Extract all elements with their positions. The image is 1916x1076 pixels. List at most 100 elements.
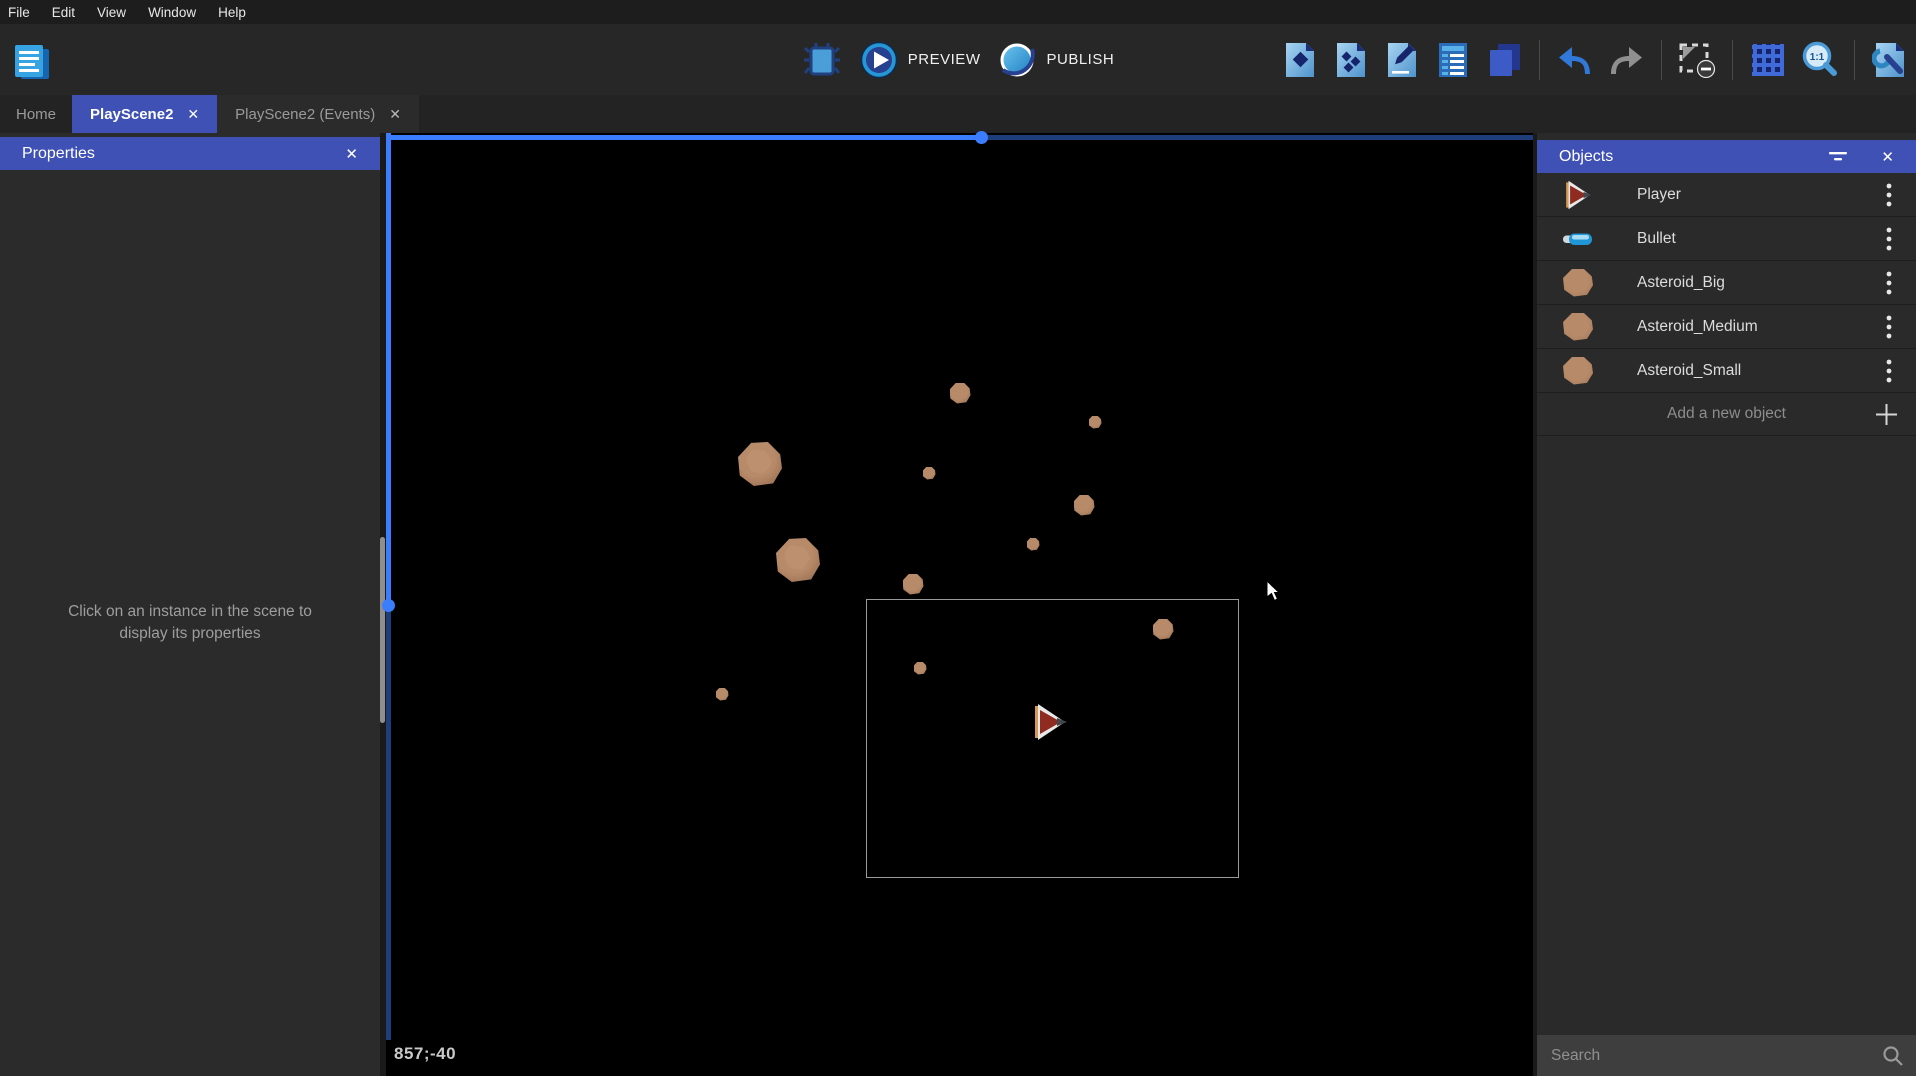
object-groups-icon — [1333, 41, 1369, 79]
plus-icon — [1875, 403, 1898, 431]
vertical-scrollbar[interactable] — [386, 133, 391, 1076]
object-menu-button[interactable] — [1882, 271, 1896, 295]
toolbar-separator — [1539, 40, 1540, 80]
tab-home-label: Home — [16, 106, 56, 123]
grid-icon — [1750, 42, 1786, 78]
object-menu-button[interactable] — [1882, 183, 1896, 207]
object-menu-button[interactable] — [1882, 227, 1896, 251]
toggle-grid-button[interactable] — [1748, 40, 1788, 80]
open-instances-list-button[interactable] — [1433, 40, 1473, 80]
properties-empty-message: Click on an instance in the scene to dis… — [55, 601, 325, 646]
horizontal-scrollbar[interactable] — [386, 135, 1533, 140]
objects-panel-title: Objects — [1559, 148, 1801, 166]
object-name: Asteroid_Medium — [1637, 318, 1882, 336]
horizontal-scrollbar-rest — [981, 135, 1533, 140]
gdevelop-window: File Edit View Window Help — [0, 0, 1916, 1076]
tab-playscene2[interactable]: PlayScene2 ✕ — [72, 95, 217, 133]
publish-button[interactable]: PUBLISH — [998, 41, 1114, 79]
vertical-scrollbar-rest — [386, 605, 391, 1040]
tab-playscene2-events[interactable]: PlayScene2 (Events) ✕ — [217, 95, 419, 133]
debug-button[interactable] — [802, 40, 842, 80]
horizontal-scrollbar-thumb[interactable] — [975, 131, 988, 144]
object-name: Player — [1637, 186, 1882, 204]
asteroid-instance-small[interactable] — [1027, 538, 1040, 551]
object-name: Asteroid_Small — [1637, 362, 1882, 380]
zoom-ratio-label: 1:1 — [1810, 52, 1825, 63]
tab-home[interactable]: Home — [0, 95, 72, 133]
asteroid-medium-thumbnail-icon — [1559, 311, 1597, 343]
instances-list-icon — [1435, 41, 1471, 79]
properties-close-icon[interactable]: ✕ — [339, 143, 364, 165]
tab-playscene2-events-label: PlayScene2 (Events) — [235, 106, 375, 123]
toolbar-separator — [1661, 40, 1662, 80]
vertical-scrollbar-active — [386, 133, 391, 605]
open-object-groups-button[interactable] — [1331, 40, 1371, 80]
object-name: Asteroid_Big — [1637, 274, 1882, 292]
scene-properties-wrench-icon — [1872, 41, 1908, 79]
object-menu-button[interactable] — [1882, 359, 1896, 383]
bullet-thumbnail-icon — [1559, 223, 1597, 255]
objects-search-bar — [1537, 1035, 1916, 1076]
asteroid-instance-medium[interactable] — [903, 574, 924, 595]
menu-bar: File Edit View Window Help — [0, 0, 1916, 24]
asteroid-instance-big[interactable] — [738, 442, 782, 486]
undo-button[interactable] — [1555, 40, 1595, 80]
object-row-asteroid-big[interactable]: Asteroid_Big — [1537, 261, 1916, 305]
clear-selection-button[interactable] — [1677, 40, 1717, 80]
objects-panel: Objects ✕ Player — [1537, 133, 1916, 1076]
redo-icon — [1608, 45, 1644, 75]
zoom-1-1-button[interactable]: 1:1 — [1799, 40, 1839, 80]
asteroid-instance-small[interactable] — [1089, 416, 1102, 429]
open-layers-editor-button[interactable] — [1484, 40, 1524, 80]
object-row-asteroid-small[interactable]: Asteroid_Small — [1537, 349, 1916, 393]
debugger-bug-icon — [803, 40, 841, 80]
properties-panel-header: Properties ✕ — [0, 137, 380, 170]
preview-button[interactable]: PREVIEW — [860, 41, 981, 79]
open-objects-editor-button[interactable] — [1280, 40, 1320, 80]
menu-window[interactable]: Window — [148, 5, 196, 20]
asteroid-instance-small[interactable] — [923, 467, 936, 480]
filter-icon[interactable] — [1827, 149, 1849, 165]
asteroid-instance-medium[interactable] — [950, 383, 971, 404]
player-instance[interactable] — [1032, 703, 1068, 741]
publish-label: PUBLISH — [1046, 51, 1114, 68]
redo-button[interactable] — [1606, 40, 1646, 80]
properties-panel-body: Click on an instance in the scene to dis… — [0, 170, 380, 1076]
properties-pencil-icon — [1384, 41, 1420, 79]
object-row-bullet[interactable]: Bullet — [1537, 217, 1916, 261]
properties-panel-title: Properties — [22, 145, 339, 163]
objects-editor-icon — [1282, 41, 1318, 79]
toolbar-separator — [1854, 40, 1855, 80]
objects-close-icon[interactable]: ✕ — [1875, 146, 1900, 168]
menu-edit[interactable]: Edit — [52, 5, 75, 20]
deselect-icon — [1678, 42, 1716, 78]
asteroid-instance-big[interactable] — [776, 538, 820, 582]
menu-file[interactable]: File — [8, 5, 30, 20]
undo-icon — [1557, 45, 1593, 75]
add-new-object-button[interactable]: Add a new object — [1537, 393, 1916, 436]
object-row-player[interactable]: Player — [1537, 173, 1916, 217]
asteroid-instance-small[interactable] — [716, 688, 729, 701]
toolbar-right-group: 1:1 — [1280, 24, 1910, 95]
preview-label: PREVIEW — [908, 51, 981, 68]
menu-view[interactable]: View — [97, 5, 126, 20]
search-icon[interactable] — [1882, 1045, 1916, 1067]
object-menu-button[interactable] — [1882, 315, 1896, 339]
tab-playscene2-events-close-icon[interactable]: ✕ — [389, 106, 401, 123]
vertical-scrollbar-thumb[interactable] — [382, 599, 395, 612]
horizontal-scrollbar-active — [386, 135, 981, 140]
objects-search-input[interactable] — [1537, 1047, 1882, 1065]
properties-panel: Properties ✕ Click on an instance in the… — [0, 133, 380, 1076]
scene-editor-canvas[interactable]: 857;-40 — [386, 133, 1533, 1076]
asteroid-big-thumbnail-icon — [1559, 267, 1597, 299]
scene-properties-button[interactable] — [1870, 40, 1910, 80]
object-row-asteroid-medium[interactable]: Asteroid_Medium — [1537, 305, 1916, 349]
mouse-cursor-icon — [1266, 581, 1282, 603]
properties-scrollbar-thumb[interactable] — [380, 537, 385, 723]
tab-playscene2-label: PlayScene2 — [90, 106, 173, 123]
open-properties-button[interactable] — [1382, 40, 1422, 80]
menu-help[interactable]: Help — [218, 5, 246, 20]
tab-playscene2-close-icon[interactable]: ✕ — [187, 106, 199, 123]
add-new-object-label: Add a new object — [1667, 405, 1786, 423]
asteroid-instance-medium[interactable] — [1074, 495, 1095, 516]
